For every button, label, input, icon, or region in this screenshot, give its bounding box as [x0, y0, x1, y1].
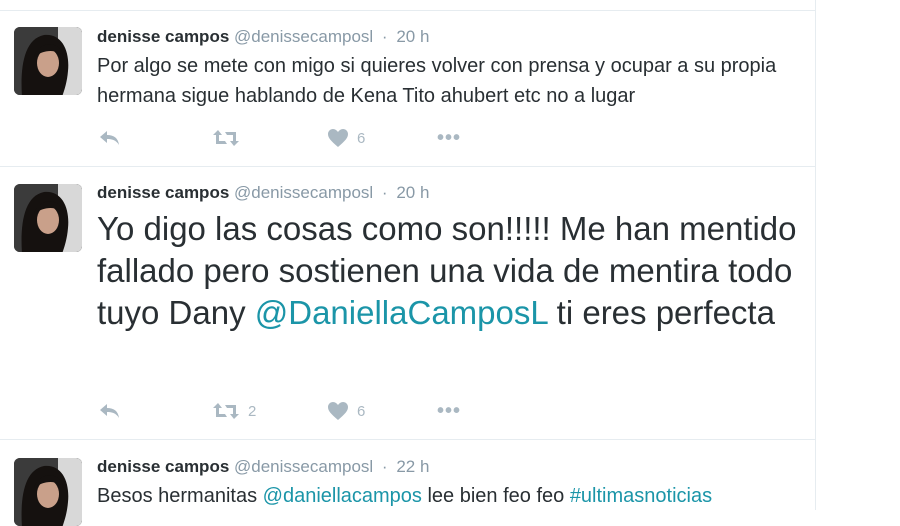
tweet-text-part: ti eres perfecta	[547, 294, 775, 331]
retweet-count: 2	[248, 402, 257, 420]
user-name[interactable]: denisse campos	[97, 457, 229, 476]
user-handle[interactable]: @denissecamposl	[234, 27, 373, 46]
like-count: 6	[357, 402, 366, 420]
retweet-button[interactable]	[212, 126, 248, 150]
user-name[interactable]: denisse campos	[97, 183, 229, 202]
separator: ·	[381, 27, 388, 46]
tweet[interactable]: denisse campos @denissecamposl · 22 h Be…	[0, 440, 815, 526]
like-count: 6	[357, 129, 366, 147]
avatar[interactable]	[14, 458, 82, 526]
retweet-icon	[212, 401, 240, 421]
like-button[interactable]: 6	[327, 126, 365, 150]
tweet[interactable]: denisse campos @denissecamposl · 20 h Po…	[0, 11, 815, 167]
tweet-text: Yo digo las cosas como son!!!!! Me han m…	[97, 208, 807, 334]
timestamp[interactable]: 20 h	[396, 183, 429, 202]
mention-link[interactable]: @DaniellaCamposL	[255, 294, 548, 331]
more-button[interactable]: •••	[437, 126, 461, 150]
user-name[interactable]: denisse campos	[97, 27, 229, 46]
hashtag-link[interactable]: #ultimasnoticias	[570, 485, 712, 507]
mention-link[interactable]: @daniellacampos	[263, 485, 422, 507]
more-icon: •••	[437, 126, 462, 149]
tweet-text-part: Besos hermanitas	[97, 485, 263, 507]
user-handle[interactable]: @denissecamposl	[234, 457, 373, 476]
reply-button[interactable]	[97, 399, 121, 423]
retweet-icon	[212, 128, 240, 148]
tweet[interactable]: denisse campos @denissecamposl · 20 h Yo…	[0, 167, 815, 440]
heart-icon	[327, 401, 349, 421]
timestamp[interactable]: 20 h	[396, 27, 429, 46]
reply-icon	[97, 128, 121, 148]
timeline: denisse campos @denissecamposl · 20 h Po…	[0, 0, 816, 526]
tweet-text-part: lee bien feo feo	[421, 485, 570, 507]
avatar[interactable]	[14, 184, 82, 252]
reply-icon	[97, 401, 121, 421]
separator: ·	[381, 457, 388, 476]
like-button[interactable]: 6	[327, 399, 365, 423]
heart-icon	[327, 128, 349, 148]
retweet-button[interactable]: 2	[212, 399, 256, 423]
tweet-text: Por algo se mete con migo si quieres vol…	[97, 55, 777, 107]
user-handle[interactable]: @denissecamposl	[234, 183, 373, 202]
more-icon: •••	[437, 399, 462, 422]
separator: ·	[381, 183, 388, 202]
reply-button[interactable]	[97, 126, 121, 150]
avatar[interactable]	[14, 27, 82, 95]
timestamp[interactable]: 22 h	[396, 457, 429, 476]
tweet-text: Besos hermanitas @daniellacampos lee bie…	[97, 481, 797, 511]
more-button[interactable]: •••	[437, 399, 461, 423]
